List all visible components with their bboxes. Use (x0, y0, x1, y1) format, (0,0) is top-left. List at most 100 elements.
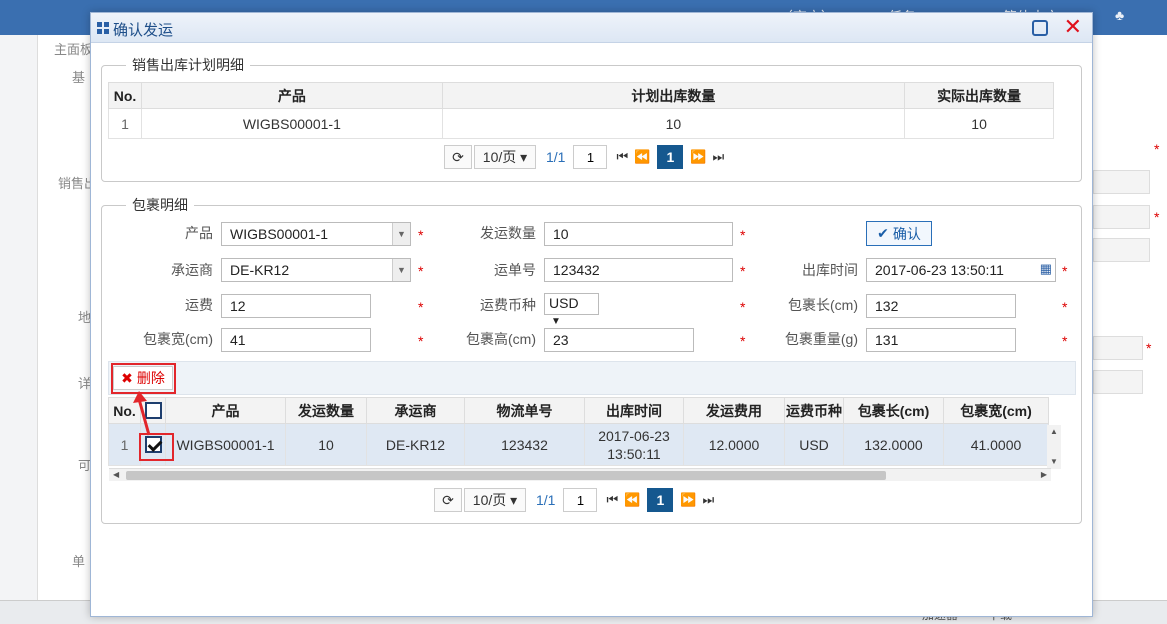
page-number-input[interactable] (563, 488, 598, 512)
table-row[interactable]: 1 WIGBS00001-1 10 10 (108, 108, 1054, 139)
package-table: No. 产品 发运数量 承运商 物流单号 出库时间 发运费用 运费币种 包裹长(… (108, 397, 1049, 466)
next-page-icon[interactable]: ⏩ (677, 492, 699, 508)
scrollbar-thumb[interactable] (126, 471, 886, 480)
last-page-icon[interactable]: ⏭ (700, 492, 718, 508)
carrier-combo[interactable]: DE-KR12 ▼ (221, 258, 411, 282)
horizontal-scrollbar[interactable]: ◀ ▶ (109, 468, 1051, 481)
plan-table: No. 产品 计划出库数量 实际出库数量 1 WIGBS00001-1 10 1… (108, 82, 1054, 139)
page-size-select[interactable]: 10/页 ▾ (474, 145, 536, 169)
length-cell: 132.0000 (843, 423, 944, 466)
plan-section-legend: 销售出库计划明细 (132, 57, 244, 73)
pointer-arrow (133, 391, 151, 436)
plan-pager: ⟳ 10/页 ▾ 1/1 ⏮ ⏪ 1 ⏩ ⏭ (444, 144, 727, 170)
column-header[interactable]: 运费币种 (784, 397, 844, 424)
package-section-legend: 包裹明细 (132, 197, 188, 213)
required-mark: * (740, 299, 746, 315)
current-page-button[interactable]: 1 (657, 145, 684, 169)
row-number: 1 (108, 108, 142, 139)
carrier-label: 承运商 (171, 262, 213, 278)
out-time-label: 出库时间 (802, 262, 858, 278)
dialog-header: 确认发运 ✕ (91, 13, 1092, 43)
tree-icon[interactable]: ♣ (1115, 7, 1124, 23)
weight-input[interactable]: 131 (866, 328, 1016, 352)
column-header[interactable]: 计划出库数量 (441, 82, 906, 109)
carrier-cell: DE-KR12 (366, 423, 465, 466)
table-header-row: No. 产品 计划出库数量 实际出库数量 (108, 82, 1054, 109)
bg-field (1093, 336, 1143, 360)
maximize-icon[interactable] (1032, 20, 1048, 36)
out-time-cell: 2017-06-23 13:50:11 (584, 423, 684, 466)
bg-label: 单 (72, 554, 86, 569)
column-header[interactable]: 承运商 (366, 397, 465, 424)
table-row[interactable]: 1 WIGBS00001-1 10 DE-KR12 123432 2017-06… (108, 423, 1049, 466)
required-mark: * (1062, 333, 1068, 349)
column-header[interactable]: 产品 (165, 397, 286, 424)
required-mark: * (740, 227, 746, 243)
prev-page-icon[interactable]: ⏪ (631, 149, 653, 165)
required-mark: * (418, 333, 424, 349)
column-header[interactable]: 发运数量 (285, 397, 367, 424)
actual-qty-cell: 10 (904, 108, 1054, 139)
first-page-icon[interactable]: ⏮ (613, 149, 631, 165)
bg-field (1093, 370, 1143, 394)
confirm-button[interactable]: ✔ 确认 (866, 221, 932, 246)
dialog-title: 确认发运 (113, 22, 174, 39)
length-input[interactable]: 132 (866, 294, 1016, 318)
out-time-input[interactable]: 2017-06-23 13:50:11 ▦ (866, 258, 1056, 282)
grid-icon (97, 22, 109, 34)
bg-field (1093, 205, 1150, 229)
column-header[interactable]: 实际出库数量 (904, 82, 1054, 109)
package-pager: ⟳ 10/页 ▾ 1/1 ⏮ ⏪ 1 ⏩ ⏭ (434, 487, 717, 513)
column-header[interactable]: No. (108, 82, 142, 109)
next-page-icon[interactable]: ⏩ (687, 149, 709, 165)
bg-tab-main[interactable]: 主面板 (54, 39, 93, 58)
bg-field (1093, 170, 1150, 194)
waybill-input[interactable]: 123432 (544, 258, 733, 282)
freight-label: 运费 (185, 297, 213, 313)
product-cell: WIGBS00001-1 (165, 423, 286, 466)
current-page-button[interactable]: 1 (647, 488, 674, 512)
required-mark: * (418, 227, 424, 243)
bg-required-mark: * (1146, 340, 1152, 356)
required-mark: * (1062, 299, 1068, 315)
last-page-icon[interactable]: ⏭ (710, 149, 728, 165)
width-input[interactable]: 41 (221, 328, 371, 352)
app-sidebar (0, 35, 38, 600)
refresh-icon[interactable]: ⟳ (444, 145, 472, 169)
height-label: 包裹高(cm) (466, 331, 536, 347)
product-label: 产品 (185, 225, 213, 241)
vertical-scrollbar[interactable]: ▲ ▼ (1047, 425, 1061, 469)
required-mark: * (740, 263, 746, 279)
close-icon[interactable]: ✕ (1064, 15, 1082, 39)
column-header[interactable]: 产品 (140, 82, 443, 109)
waybill-cell: 123432 (464, 423, 585, 466)
currency-select[interactable]: USD ▼ (544, 293, 599, 327)
prev-page-icon[interactable]: ⏪ (621, 492, 643, 508)
column-header[interactable]: 发运费用 (683, 397, 785, 424)
confirm-shipment-dialog: 确认发运 ✕ 销售出库计划明细 No. 产品 计划出库数量 实际出库数量 1 W… (90, 12, 1093, 617)
freight-input[interactable]: 12 (221, 294, 371, 318)
first-page-icon[interactable]: ⏮ (603, 492, 621, 508)
chevron-down-icon: ▼ (551, 316, 561, 327)
required-mark: * (1062, 263, 1068, 279)
currency-cell: USD (784, 423, 844, 466)
column-header[interactable]: 出库时间 (584, 397, 684, 424)
bg-label: 基 (72, 70, 86, 85)
product-combo[interactable]: WIGBS00001-1 ▼ (221, 222, 411, 246)
refresh-icon[interactable]: ⟳ (434, 488, 462, 512)
required-mark: * (418, 299, 424, 315)
column-header[interactable]: 包裹长(cm) (843, 397, 944, 424)
calendar-icon[interactable]: ▦ (1040, 261, 1052, 277)
delete-button-highlight (111, 363, 176, 394)
column-header[interactable]: 包裹宽(cm) (943, 397, 1049, 424)
page-number-input[interactable] (573, 145, 608, 169)
page-info: 1/1 (536, 492, 556, 508)
qty-cell: 10 (285, 423, 367, 466)
height-input[interactable]: 23 (544, 328, 694, 352)
chevron-down-icon[interactable]: ▼ (392, 223, 410, 245)
page-size-select[interactable]: 10/页 ▾ (464, 488, 526, 512)
column-header[interactable]: 物流单号 (464, 397, 585, 424)
ship-qty-input[interactable]: 10 (544, 222, 733, 246)
chevron-down-icon[interactable]: ▼ (392, 259, 410, 281)
weight-label: 包裹重量(g) (784, 331, 858, 347)
